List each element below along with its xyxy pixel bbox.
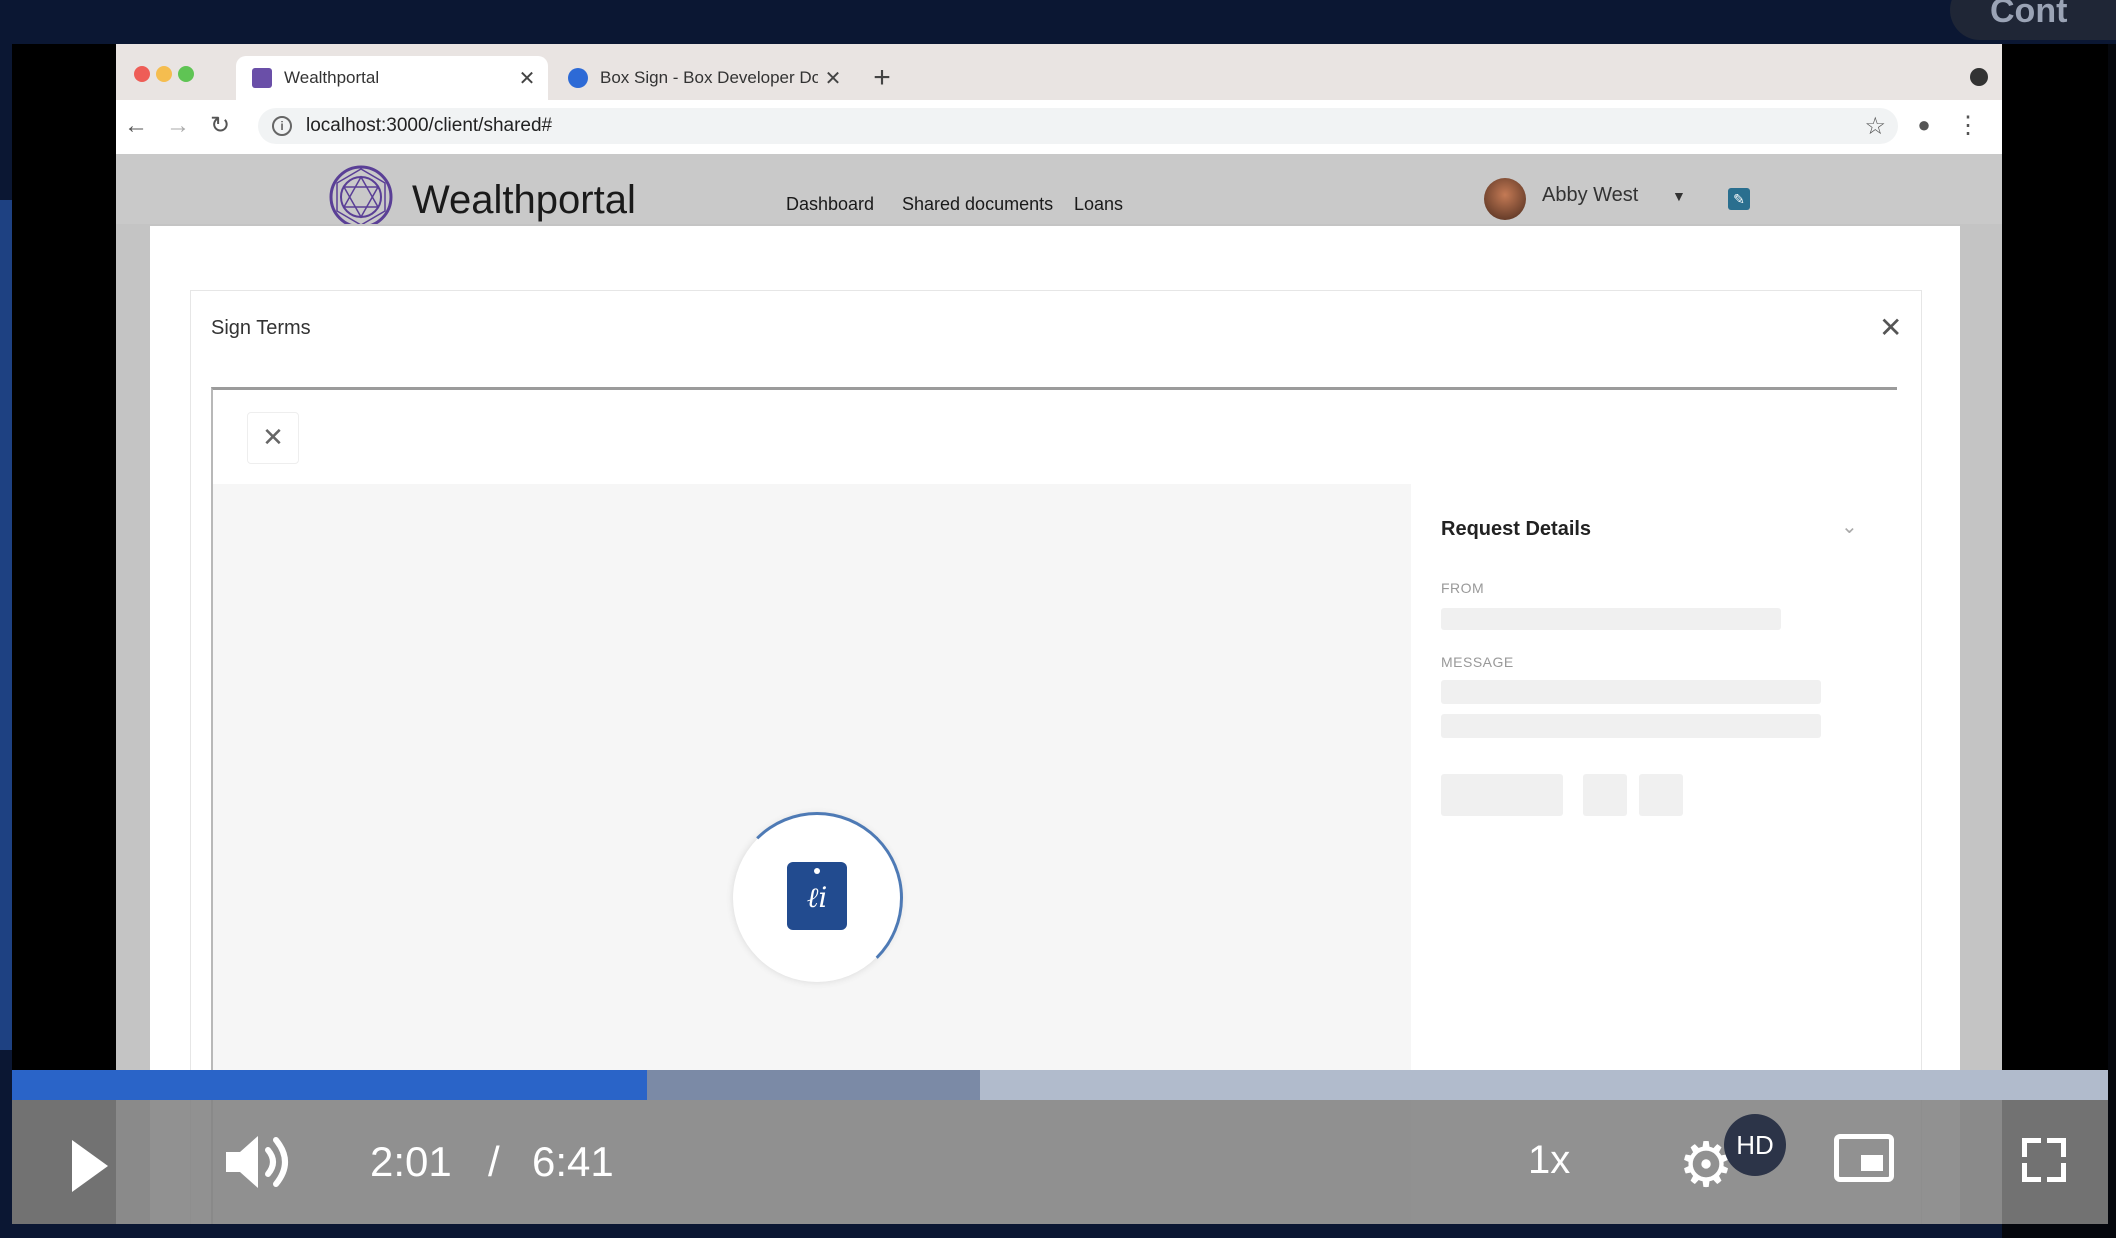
picture-in-picture-icon[interactable]: [1834, 1134, 1894, 1182]
wealthportal-logo: [329, 165, 393, 229]
backdrop: [0, 0, 2116, 44]
url-text: localhost:3000/client/shared#: [306, 115, 553, 136]
action-placeholder: [1583, 774, 1627, 816]
frame-close-button[interactable]: ✕: [247, 412, 299, 464]
edit-icon[interactable]: ✎: [1728, 188, 1750, 210]
browser-menu-icon[interactable]: ⋮: [1954, 112, 1982, 140]
sign-icon-dot: [814, 868, 820, 874]
volume-icon[interactable]: [222, 1130, 302, 1194]
tab-title: Wealthportal: [284, 68, 380, 87]
nav-dashboard[interactable]: Dashboard: [786, 194, 874, 215]
message-placeholder-line: [1441, 680, 1821, 704]
playback-speed-button[interactable]: 1x: [1528, 1138, 1570, 1183]
current-time: 2:01: [370, 1138, 452, 1185]
browser-window: Wealthportal ✕ Box Sign - Box Developer …: [116, 44, 2002, 1224]
new-tab-button[interactable]: +: [864, 60, 900, 96]
account-icon[interactable]: ●: [1910, 112, 1938, 140]
pip-inner-box: [1861, 1155, 1883, 1171]
back-arrow-icon[interactable]: ←: [120, 110, 152, 142]
star-icon[interactable]: ☆: [1864, 112, 1886, 141]
progress-played[interactable]: [12, 1070, 648, 1100]
box-sign-icon: ℓi: [787, 862, 847, 930]
video-player[interactable]: Wealthportal ✕ Box Sign - Box Developer …: [12, 44, 2108, 1224]
chevron-down-icon[interactable]: ⌄: [1841, 514, 1858, 539]
wealthportal-favicon-icon: [252, 68, 272, 88]
address-bar-row: ← → ↻ i localhost:3000/client/shared# ☆ …: [116, 100, 2002, 155]
total-time: 6:41: [532, 1138, 614, 1185]
nav-loans[interactable]: Loans: [1074, 194, 1123, 215]
fullscreen-icon[interactable]: [2022, 1138, 2066, 1182]
minimize-window-dot[interactable]: [156, 66, 172, 82]
close-window-dot[interactable]: [134, 66, 150, 82]
play-icon[interactable]: [72, 1140, 108, 1192]
from-label: FROM: [1441, 580, 1485, 596]
player-controls: 2:01 / 6:41 1x ⚙ HD: [12, 1100, 2108, 1224]
tab-close-icon[interactable]: ✕: [512, 66, 542, 91]
backdrop-corner-text: Cont: [1990, 0, 2068, 30]
tab-wealthportal[interactable]: Wealthportal ✕: [236, 56, 548, 100]
progress-remaining: [980, 1070, 2108, 1100]
tab-strip: Wealthportal ✕ Box Sign - Box Developer …: [116, 44, 2002, 100]
message-label: MESSAGE: [1441, 654, 1514, 670]
tab-close-icon[interactable]: ✕: [818, 66, 848, 91]
user-menu[interactable]: Abby West: [1542, 184, 1638, 207]
nav-shared-documents[interactable]: Shared documents: [902, 194, 1053, 215]
modal-close-icon[interactable]: ✕: [1879, 311, 1902, 344]
tab-box-sign[interactable]: Box Sign - Box Developer Docu ✕: [552, 56, 854, 100]
reload-icon[interactable]: ↻: [204, 110, 236, 142]
action-placeholder: [1639, 774, 1683, 816]
hd-badge: HD: [1724, 1114, 1786, 1176]
caret-down-icon[interactable]: ▼: [1672, 188, 1686, 204]
maximize-window-dot[interactable]: [178, 66, 194, 82]
time-separator: /: [488, 1138, 500, 1185]
forward-arrow-icon[interactable]: →: [162, 110, 194, 142]
tab-title: Box Sign - Box Developer Docu: [600, 68, 818, 87]
modal-title: Sign Terms: [211, 317, 311, 339]
backdrop-strip: [0, 200, 12, 1050]
action-placeholder: [1441, 774, 1563, 816]
tab-search-icon[interactable]: [1970, 68, 1988, 86]
avatar[interactable]: [1484, 178, 1526, 220]
app-header: Wealthportal Dashboard Shared documents …: [116, 154, 2002, 229]
from-placeholder: [1441, 608, 1781, 630]
address-bar[interactable]: i localhost:3000/client/shared# ☆: [258, 108, 1898, 144]
box-favicon-icon: [568, 68, 588, 88]
brand-name: Wealthportal: [412, 178, 636, 222]
info-icon[interactable]: i: [272, 116, 292, 136]
request-details-title: Request Details: [1441, 518, 1592, 540]
loading-spinner: ℓi: [731, 812, 903, 984]
message-placeholder-line: [1441, 714, 1821, 738]
